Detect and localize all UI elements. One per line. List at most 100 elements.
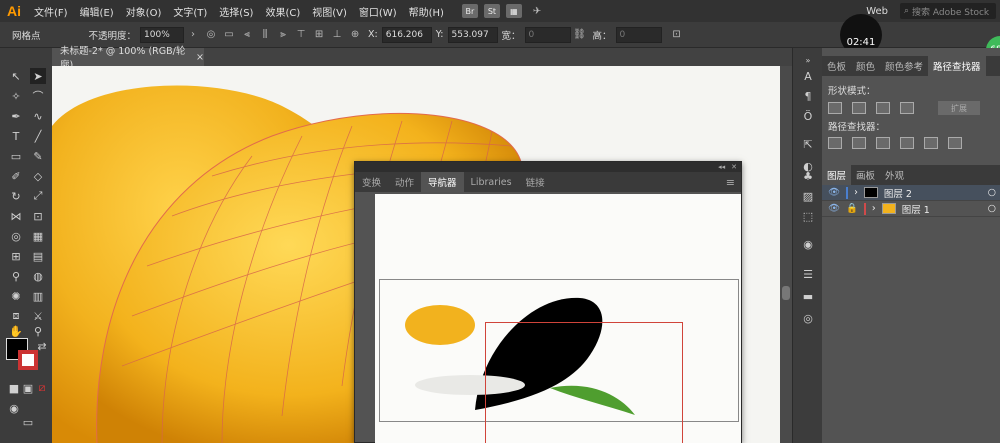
lock-icon[interactable]: 🔒	[846, 203, 858, 214]
menu-window[interactable]: 窗口(W)	[353, 4, 403, 19]
zoom-tool-icon[interactable]: ⚲	[30, 323, 46, 339]
symbols-panel-icon[interactable]: ♣	[800, 168, 816, 184]
align-left-icon[interactable]: ⫷	[240, 28, 254, 42]
view-area-rectangle[interactable]	[485, 322, 683, 443]
gradient-tool-icon[interactable]: ▤	[30, 248, 46, 264]
align-bottom-icon[interactable]: ⊥	[330, 28, 344, 42]
bridge-button[interactable]: Br	[461, 4, 478, 18]
stock-search-input[interactable]: ⌕ 搜索 Adobe Stock	[900, 3, 996, 19]
align-right-icon[interactable]: ⫸	[276, 28, 290, 42]
layer-row[interactable]: 👁 › 图层 2 ○	[822, 185, 1000, 201]
expand-arrow-icon[interactable]: ›	[872, 203, 876, 214]
menu-select[interactable]: 选择(S)	[213, 4, 259, 19]
opacity-field[interactable]: 100%	[140, 26, 185, 43]
scale-tool-icon[interactable]: ⤢	[30, 188, 46, 204]
unite-button[interactable]	[828, 102, 842, 114]
scrollbar-thumb[interactable]	[782, 286, 790, 300]
crop-button[interactable]	[900, 137, 914, 149]
transform-panel-icon[interactable]: ⊡	[670, 28, 684, 42]
menu-effect[interactable]: 效果(C)	[259, 4, 306, 19]
stock-button[interactable]: St	[483, 4, 500, 18]
hand-tool-icon[interactable]: ✋	[8, 323, 24, 339]
menu-file[interactable]: 文件(F)	[28, 4, 74, 19]
minus-front-button[interactable]	[852, 102, 866, 114]
export-icon[interactable]: ⇱	[800, 136, 816, 152]
slice-tool-icon[interactable]: ⚔	[30, 308, 46, 324]
rotate-tool-icon[interactable]: ↻	[8, 188, 24, 204]
mesh-tool-icon[interactable]: ⊞	[8, 248, 24, 264]
intersect-button[interactable]	[876, 102, 890, 114]
tab-layers[interactable]: 图层	[822, 165, 852, 185]
magic-wand-tool-icon[interactable]: ✧	[8, 88, 24, 104]
width-tool-icon[interactable]: ⋈	[8, 208, 24, 224]
tab-actions[interactable]: 动作	[388, 172, 421, 192]
align-center-icon[interactable]: ⫼	[258, 28, 272, 42]
document-tab[interactable]: 未标题-2* @ 100% (RGB/轮廓) ×	[52, 46, 204, 71]
column-graph-tool-icon[interactable]: ▥	[30, 288, 46, 304]
eyedropper-tool-icon[interactable]: ⚲	[8, 268, 24, 284]
collapse-icon[interactable]: ◂◂	[718, 163, 725, 171]
close-icon[interactable]: ×	[196, 52, 204, 63]
expand-button[interactable]: 扩展	[938, 101, 980, 115]
height-field[interactable]: 0	[615, 26, 662, 43]
opentype-panel-icon[interactable]: Ö	[800, 108, 816, 124]
align-to-icon[interactable]: ▭	[222, 28, 236, 42]
tab-color[interactable]: 颜色	[851, 56, 880, 76]
link-proportions-icon[interactable]: ⛓	[573, 28, 587, 42]
layer-row[interactable]: 👁 🔒 › 图层 1 ○	[822, 201, 1000, 217]
color-guide-icon[interactable]: ◉	[800, 236, 816, 252]
x-field[interactable]: 616.206	[381, 26, 432, 43]
tab-pathfinder[interactable]: 路径查找器	[928, 56, 986, 76]
align-top-icon[interactable]: ⊤	[294, 28, 308, 42]
menu-help[interactable]: 帮助(H)	[403, 4, 450, 19]
arrange-documents-icon[interactable]: ▦	[505, 4, 522, 18]
outline-button[interactable]	[924, 137, 938, 149]
none-mode-icon[interactable]: ⧄	[34, 380, 50, 396]
target-circle-icon[interactable]: ○	[988, 187, 996, 198]
gradient-panel-icon[interactable]: ▬	[800, 288, 816, 304]
line-tool-icon[interactable]: ╱	[30, 128, 46, 144]
free-transform-tool-icon[interactable]: ⊡	[30, 208, 46, 224]
character-panel-icon[interactable]: A	[800, 68, 816, 84]
transparency-panel-icon[interactable]: ◎	[800, 310, 816, 326]
stroke-panel-icon[interactable]: ☰	[800, 266, 816, 282]
vertical-scrollbar[interactable]	[780, 66, 792, 443]
trim-button[interactable]	[852, 137, 866, 149]
paragraph-panel-icon[interactable]: ¶	[800, 88, 816, 104]
panel-menu-icon[interactable]: ≡	[726, 176, 735, 189]
width-field[interactable]: 0	[524, 26, 571, 43]
layer-name[interactable]: 图层 1	[902, 202, 930, 216]
tab-artboards[interactable]: 画板	[851, 165, 880, 185]
chevron-right-icon[interactable]: ›	[186, 28, 200, 42]
tab-swatches[interactable]: 色板	[822, 56, 851, 76]
tab-appearance[interactable]: 外观	[880, 165, 909, 185]
menu-object[interactable]: 对象(O)	[120, 4, 168, 19]
lasso-tool-icon[interactable]: ⌒	[30, 88, 46, 104]
pen-tool-icon[interactable]: ✒	[8, 108, 24, 124]
menu-type[interactable]: 文字(T)	[167, 4, 213, 19]
blend-tool-icon[interactable]: ◍	[30, 268, 46, 284]
shape-builder-tool-icon[interactable]: ◎	[8, 228, 24, 244]
minus-back-button[interactable]	[948, 137, 962, 149]
paintbrush-tool-icon[interactable]: ✎	[30, 148, 46, 164]
selection-tool-icon[interactable]: ↖	[8, 68, 24, 84]
tab-color-guide[interactable]: 颜色参考	[880, 56, 928, 76]
asset-export-icon[interactable]: ⬚	[800, 208, 816, 224]
tab-transform[interactable]: 变换	[355, 172, 388, 192]
exclude-button[interactable]	[900, 102, 914, 114]
graphic-styles-icon[interactable]: ▨	[800, 188, 816, 204]
menu-edit[interactable]: 编辑(E)	[74, 4, 120, 19]
curvature-tool-icon[interactable]: ∿	[30, 108, 46, 124]
close-icon[interactable]: ✕	[731, 163, 737, 171]
screen-mode-icon[interactable]: ▭	[20, 414, 36, 430]
merge-button[interactable]	[876, 137, 890, 149]
symbol-sprayer-tool-icon[interactable]: ✺	[8, 288, 24, 304]
visibility-eye-icon[interactable]: 👁	[828, 187, 840, 198]
menu-view[interactable]: 视图(V)	[306, 4, 353, 19]
swap-fill-stroke-icon[interactable]: ⇄	[34, 338, 50, 354]
expand-arrow-icon[interactable]: ›	[854, 187, 858, 198]
transform-icon[interactable]: ⊕	[348, 28, 362, 42]
perspective-grid-tool-icon[interactable]: ▦	[30, 228, 46, 244]
tab-navigator[interactable]: 导航器	[421, 172, 464, 192]
y-field[interactable]: 553.097	[447, 26, 498, 43]
